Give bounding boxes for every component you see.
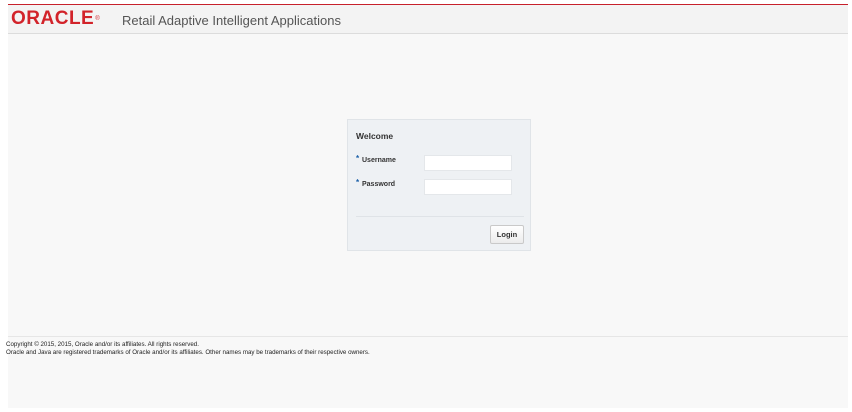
password-label: Password [362,181,396,188]
username-input[interactable] [424,155,512,171]
oracle-logo: ORACLE® [11,9,100,29]
app-title: Retail Adaptive Intelligent Applications [122,13,341,28]
required-indicator: * [356,178,360,187]
password-row: * Password [356,178,526,195]
username-label: Username [362,157,396,164]
copyright-text: Copyright © 2015, 2015, Oracle and/or it… [6,341,199,348]
trademark-text: Oracle and Java are registered trademark… [6,349,370,356]
username-row: * Username [356,154,526,171]
page-footer: Copyright © 2015, 2015, Oracle and/or it… [6,341,370,357]
login-button[interactable]: Login [490,225,524,244]
footer-divider [8,336,848,337]
app-frame: ORACLE® Retail Adaptive Intelligent Appl… [6,4,848,408]
app-header: ORACLE® Retail Adaptive Intelligent Appl… [8,5,848,34]
login-title: Welcome [356,131,394,141]
password-input[interactable] [424,179,512,195]
registered-mark: ® [95,16,101,22]
login-divider [356,216,524,217]
required-indicator: * [356,154,360,163]
login-panel: Welcome * Username * Password Login [347,119,531,251]
oracle-logo-text: ORACLE [11,8,95,29]
